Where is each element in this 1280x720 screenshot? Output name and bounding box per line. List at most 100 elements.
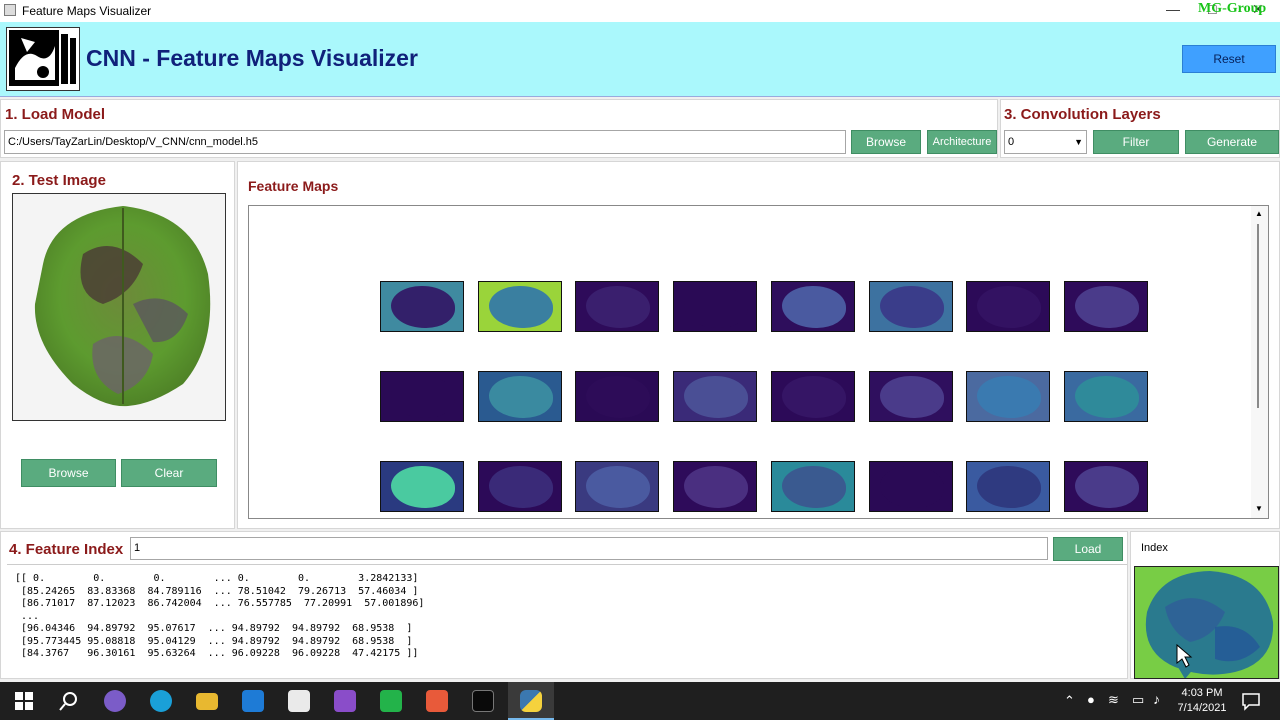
test-image-panel: 2. Test Image Browse Clear (0, 161, 235, 529)
feature-matrix-output: [[ 0. 0. 0. ... 0. 0. 3.2842133] [85.242… (7, 564, 1127, 676)
feature-map-leaf (391, 376, 455, 418)
feature-map-thumbnail (770, 461, 855, 512)
header-banner: CNN - Feature Maps Visualizer Reset (0, 22, 1280, 97)
feature-map-leaf (879, 376, 944, 418)
feature-map-leaf (781, 466, 846, 508)
feature-map-leaf (1074, 286, 1139, 328)
feature-map-leaf (488, 376, 553, 418)
feature-map-thumbnail (380, 461, 464, 512)
load-model-panel: 1. Load Model C:/Users/TayZarLin/Desktop… (0, 99, 998, 158)
feature-map-leaf (586, 286, 651, 328)
reset-button[interactable]: Reset (1182, 45, 1276, 73)
viber-icon[interactable] (104, 690, 126, 712)
generate-button[interactable]: Generate (1185, 130, 1279, 154)
python-icon (520, 690, 542, 712)
feature-map-leaf (781, 376, 846, 418)
chevron-down-icon: ▼ (1074, 137, 1083, 147)
chevron-up-icon[interactable]: ⌃ (1064, 693, 1075, 709)
feature-map-leaf (684, 376, 749, 418)
feature-map-thumbnail (770, 371, 855, 422)
test-image-title: 2. Test Image (12, 172, 106, 189)
feature-map-thumbnail (477, 371, 562, 422)
matrix-line: [85.24265 83.83368 84.789116 ... 78.5104… (15, 585, 419, 597)
feature-index-input[interactable]: 1 (130, 537, 1048, 560)
microphone-icon[interactable]: ● (1087, 692, 1095, 707)
feature-index-panel: 4. Feature Index 1 Load [[ 0. 0. 0. ... … (0, 531, 1128, 679)
layer-select-value: 0 (1008, 136, 1015, 148)
windows-start-icon[interactable] (13, 690, 35, 712)
edge-browser-icon[interactable] (150, 690, 172, 712)
feature-map-thumbnail (1063, 371, 1148, 422)
feature-maps-panel: Feature Maps ▲ ▼ (237, 161, 1280, 529)
architecture-button[interactable]: Architecture (927, 130, 997, 154)
feature-map-leaf (488, 286, 553, 328)
feature-map-leaf (391, 286, 455, 328)
app-red-icon[interactable] (426, 690, 448, 712)
minimize-button[interactable]: — (1166, 1, 1180, 17)
scrollbar-thumb[interactable] (1257, 224, 1259, 408)
feature-map-leaf (977, 376, 1042, 418)
feature-map-leaf (391, 466, 455, 508)
feature-map-leaf (586, 376, 651, 418)
app-icon (4, 4, 16, 16)
clion-green-icon[interactable] (380, 690, 402, 712)
feature-map-leaf (879, 286, 944, 328)
feature-map-leaf (1074, 376, 1139, 418)
feature-map-leaf (684, 466, 749, 508)
file-explorer-icon[interactable] (196, 693, 218, 710)
model-path-input[interactable]: C:/Users/TayZarLin/Desktop/V_CNN/cnn_mod… (4, 130, 846, 154)
feature-map-thumbnail (673, 281, 758, 332)
feature-map-leaf (586, 466, 651, 508)
filter-button[interactable]: Filter (1093, 130, 1179, 154)
feature-map-leaf (781, 286, 846, 328)
network-icon[interactable]: ▭ (1132, 692, 1144, 708)
notification-icon[interactable] (1241, 691, 1261, 711)
matrix-line: ... (15, 610, 40, 622)
window-title-bar: Feature Maps Visualizer — □ ✕ MG-Group (0, 0, 1280, 22)
scroll-down-icon[interactable]: ▼ (1255, 504, 1263, 513)
wifi-icon[interactable]: ≋ (1108, 692, 1119, 708)
feature-map-leaf (488, 466, 553, 508)
document-app-icon[interactable] (288, 690, 310, 712)
scroll-up-icon[interactable]: ▲ (1255, 209, 1263, 218)
conv-layers-panel: 3. Convolution Layers 0 ▼ Filter Generat… (1000, 99, 1280, 158)
feature-map-leaf (1074, 466, 1139, 508)
index-label: Index (1141, 542, 1168, 554)
browse-model-button[interactable]: Browse (851, 130, 921, 154)
vscode-icon[interactable] (242, 690, 264, 712)
feature-map-thumbnail (966, 371, 1051, 422)
conv-layers-title: 3. Convolution Layers (1004, 106, 1161, 123)
layer-select[interactable]: 0 ▼ (1004, 130, 1087, 154)
app-logo (6, 27, 80, 91)
feature-map-thumbnail (868, 281, 953, 332)
feature-map-thumbnail (477, 281, 562, 332)
matrix-line: [96.04346 94.89792 95.07617 ... 94.89792… (15, 623, 413, 634)
feature-map-thumbnail (380, 371, 464, 422)
scrollbar[interactable]: ▲ ▼ (1251, 206, 1268, 518)
browse-image-button[interactable]: Browse (21, 459, 116, 487)
app-title: CNN - Feature Maps Visualizer (86, 45, 418, 71)
clock-time: 4:03 PM (1181, 687, 1223, 699)
clear-image-button[interactable]: Clear (121, 459, 217, 487)
watermark: MG-Group (1198, 1, 1267, 16)
matrix-line: [[ 0. 0. 0. ... 0. 0. 3.2842133] (15, 573, 419, 584)
feature-map-thumbnail (1063, 281, 1148, 332)
load-feature-button[interactable]: Load (1053, 537, 1123, 561)
visual-studio-icon[interactable] (334, 690, 356, 712)
feature-map-thumbnail (477, 461, 562, 512)
clock[interactable]: 4:03 PM 7/14/2021 (1172, 686, 1232, 716)
feature-map-thumbnail (966, 281, 1051, 332)
feature-map-leaf (977, 466, 1042, 508)
feature-map-thumbnail (1063, 461, 1148, 512)
feature-map-thumbnail (575, 281, 660, 332)
feature-maps-canvas[interactable]: ▲ ▼ (248, 205, 1269, 519)
matrix-line: [86.71017 87.12023 86.742004 ... 76.5577… (15, 598, 425, 609)
feature-maps-title: Feature Maps (248, 178, 339, 194)
clock-date: 7/14/2021 (1177, 702, 1227, 714)
test-image (12, 193, 226, 421)
index-preview-panel: Index (1130, 531, 1280, 679)
volume-icon[interactable]: ♪ (1153, 691, 1160, 707)
search-icon[interactable] (58, 690, 80, 712)
taskbar-active-app[interactable] (508, 682, 554, 720)
terminal-icon[interactable] (472, 690, 494, 712)
